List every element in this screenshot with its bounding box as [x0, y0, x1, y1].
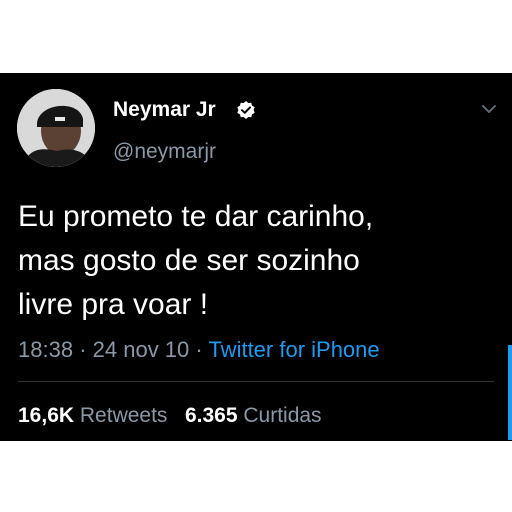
- tweet-text-line: livre pra voar !: [18, 288, 209, 321]
- tweet-date[interactable]: 24 nov 10: [93, 337, 190, 362]
- tweet-meta: 18:38 · 24 nov 10 · Twitter for iPhone: [18, 337, 380, 363]
- tweet-text: Eu prometo te dar carinho, mas gosto de …: [18, 195, 498, 327]
- verified-badge-icon: [237, 101, 255, 119]
- likes-count[interactable]: 6.365: [185, 404, 238, 427]
- meta-separator: ·: [195, 337, 203, 362]
- tweet-time[interactable]: 18:38: [18, 337, 73, 362]
- tweet-stats: 16,6K Retweets 6.365 Curtidas: [18, 403, 322, 429]
- divider: [18, 381, 494, 382]
- avatar[interactable]: [17, 89, 95, 167]
- retweets-count[interactable]: 16,6K: [18, 404, 74, 427]
- tweet-text-line: mas gosto de ser sozinho: [18, 244, 360, 277]
- meta-separator: ·: [79, 337, 87, 362]
- scrollbar[interactable]: [508, 345, 512, 440]
- retweets-label[interactable]: Retweets: [80, 404, 168, 427]
- chevron-down-icon[interactable]: [479, 102, 499, 116]
- avatar-photo: [17, 89, 95, 167]
- tweet-text-line: Eu prometo te dar carinho,: [18, 200, 374, 233]
- tweet-source-link[interactable]: Twitter for iPhone: [208, 337, 379, 362]
- author-handle[interactable]: @neymarjr: [113, 140, 216, 164]
- author-name[interactable]: Neymar Jr: [113, 97, 216, 123]
- likes-label[interactable]: Curtidas: [243, 404, 321, 427]
